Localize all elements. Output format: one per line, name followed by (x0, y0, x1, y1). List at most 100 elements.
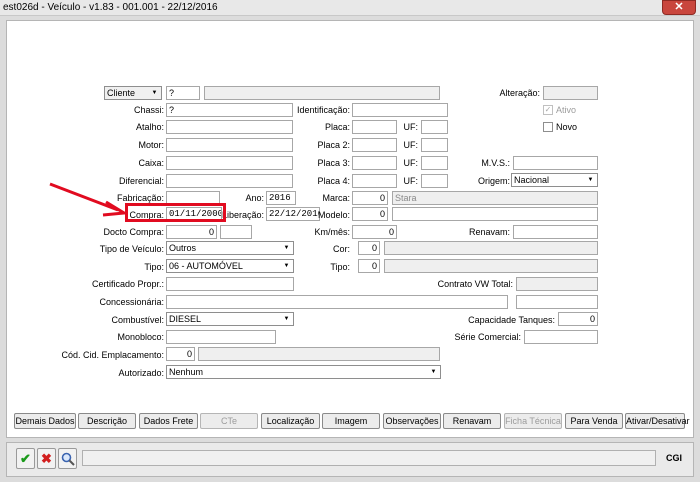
chevron-down-icon: ▼ (587, 177, 594, 183)
descricao-button[interactable]: Descrição (78, 413, 136, 429)
km-mes-input[interactable]: 0 (352, 225, 397, 239)
docto-compra-label: Docto Compra: (103, 227, 164, 237)
identificacao-label: Identificação: (296, 105, 350, 115)
cor-code-input[interactable]: 0 (358, 241, 380, 255)
close-icon[interactable]: ✕ (662, 0, 696, 15)
caixa-input[interactable] (166, 156, 293, 170)
monobloco-input[interactable] (166, 330, 276, 344)
observacoes-button[interactable]: Observações (383, 413, 441, 429)
ano-input[interactable]: 2016 (266, 191, 296, 205)
certificado-input[interactable] (166, 277, 294, 291)
marca-label: Marca: (322, 193, 350, 203)
status-bar (82, 450, 656, 466)
cliente-select-label: Cliente (107, 88, 136, 98)
cod-cid-input[interactable]: 0 (166, 347, 195, 361)
novo-label: Novo (556, 122, 578, 132)
tipo2-code-input[interactable]: 0 (358, 259, 380, 273)
title-bar: est026d - Veículo - v1.83 - 001.001 - 22… (0, 0, 700, 16)
certificado-label: Certificado Propr.: (91, 279, 164, 289)
caixa-label: Caixa: (138, 158, 164, 168)
autorizado-select[interactable]: Nenhum ▼ (166, 365, 441, 379)
cor-name-field (384, 241, 598, 255)
ficha-tecnica-button[interactable]: Ficha Técnica (504, 413, 562, 429)
concessionaria-extra-input[interactable] (516, 295, 598, 309)
mvs-input[interactable] (513, 156, 598, 170)
novo-checkbox[interactable] (543, 122, 553, 132)
uf4-input[interactable] (421, 174, 448, 188)
marca-code-input[interactable]: 0 (352, 191, 388, 205)
imagem-button[interactable]: Imagem (322, 413, 380, 429)
renavam-button[interactable]: Renavam (443, 413, 501, 429)
serie-label: Série Comercial: (454, 332, 521, 342)
motor-input[interactable] (166, 138, 293, 152)
tipo-veiculo-label: Tipo de Veículo: (99, 244, 164, 254)
autorizado-select-value: Nenhum (169, 367, 204, 377)
renavam-input[interactable] (513, 225, 598, 239)
cod-cid-name-field (198, 347, 440, 361)
compra-highlight-box (125, 203, 226, 222)
capacidade-label: Capacidade Tanques: (468, 315, 555, 325)
tipo-select-value: 06 - AUTOMÓVEL (169, 261, 243, 271)
ativar-desativar-button[interactable]: Ativar/Desativar (625, 413, 690, 429)
dados-frete-button[interactable]: Dados Frete (139, 413, 198, 429)
tipo-veiculo-select[interactable]: Outros ▼ (166, 241, 294, 255)
demais-dados-button[interactable]: Demais Dados (14, 413, 76, 429)
contrato-field (516, 277, 598, 291)
magnifier-icon[interactable] (58, 448, 77, 469)
tipo-select[interactable]: 06 - AUTOMÓVEL ▼ (166, 259, 294, 273)
placa2-input[interactable] (352, 138, 397, 152)
identificacao-input[interactable] (352, 103, 448, 117)
cod-cid-label: Cód. Cid. Emplacamento: (61, 350, 164, 360)
uf3-input[interactable] (421, 156, 448, 170)
uf-input[interactable] (421, 120, 448, 134)
tipo-label: Tipo: (144, 262, 164, 272)
chevron-down-icon: ▼ (283, 316, 290, 322)
alteracao-field (543, 86, 598, 100)
placa3-label: Placa 3: (317, 158, 350, 168)
contrato-label: Contrato VW Total: (437, 279, 513, 289)
autorizado-label: Autorizado: (118, 368, 164, 378)
placa4-label: Placa 4: (317, 176, 350, 186)
cross-icon[interactable]: ✖ (37, 448, 56, 469)
placa4-input[interactable] (352, 174, 397, 188)
liberacao-label: Liberação: (222, 210, 265, 220)
placa3-input[interactable] (352, 156, 397, 170)
para-venda-button[interactable]: Para Venda (565, 413, 623, 429)
capacidade-input[interactable]: 0 (558, 312, 598, 326)
cliente-name-field (204, 86, 440, 100)
alteracao-label: Alteração: (499, 88, 540, 98)
tipo2-label: Tipo: (330, 262, 350, 272)
docto-compra-extra-input[interactable] (220, 225, 252, 239)
placa-input[interactable] (352, 120, 397, 134)
uf2-input[interactable] (421, 138, 448, 152)
marca-name-field: Stara (392, 191, 598, 205)
origem-select[interactable]: Nacional ▼ (511, 173, 598, 187)
cliente-code-input[interactable]: ? (166, 86, 200, 100)
atalho-input[interactable] (166, 120, 293, 134)
chevron-down-icon: ▼ (283, 263, 290, 269)
concessionaria-label: Concessionária: (99, 297, 164, 307)
brand-logo: CGI (666, 453, 683, 463)
combustivel-select[interactable]: DIESEL ▼ (166, 312, 294, 326)
localizacao-button[interactable]: Localização (261, 413, 320, 429)
cte-button[interactable]: CTe (200, 413, 258, 429)
uf4-label: UF: (403, 176, 419, 186)
km-mes-label: Km/mês: (314, 227, 350, 237)
cliente-select[interactable]: Cliente ▼ (104, 86, 162, 100)
chassi-input[interactable]: ? (166, 103, 293, 117)
ativo-label: Ativo (556, 105, 577, 115)
modelo-code-input[interactable]: 0 (352, 207, 388, 221)
ano-label: Ano: (245, 193, 264, 203)
window-title: est026d - Veículo - v1.83 - 001.001 - 22… (3, 2, 218, 13)
concessionaria-input[interactable] (166, 295, 508, 309)
diferencial-input[interactable] (166, 174, 293, 188)
ativo-checkbox[interactable]: ✓ (543, 105, 553, 115)
uf3-label: UF: (403, 158, 419, 168)
serie-input[interactable] (524, 330, 598, 344)
modelo-name-field[interactable] (392, 207, 598, 221)
docto-compra-input[interactable]: 0 (166, 225, 217, 239)
chassi-label: Chassi: (133, 105, 164, 115)
tipo2-name-field (384, 259, 598, 273)
combustivel-select-value: DIESEL (169, 314, 202, 324)
check-icon[interactable]: ✔ (16, 448, 35, 469)
